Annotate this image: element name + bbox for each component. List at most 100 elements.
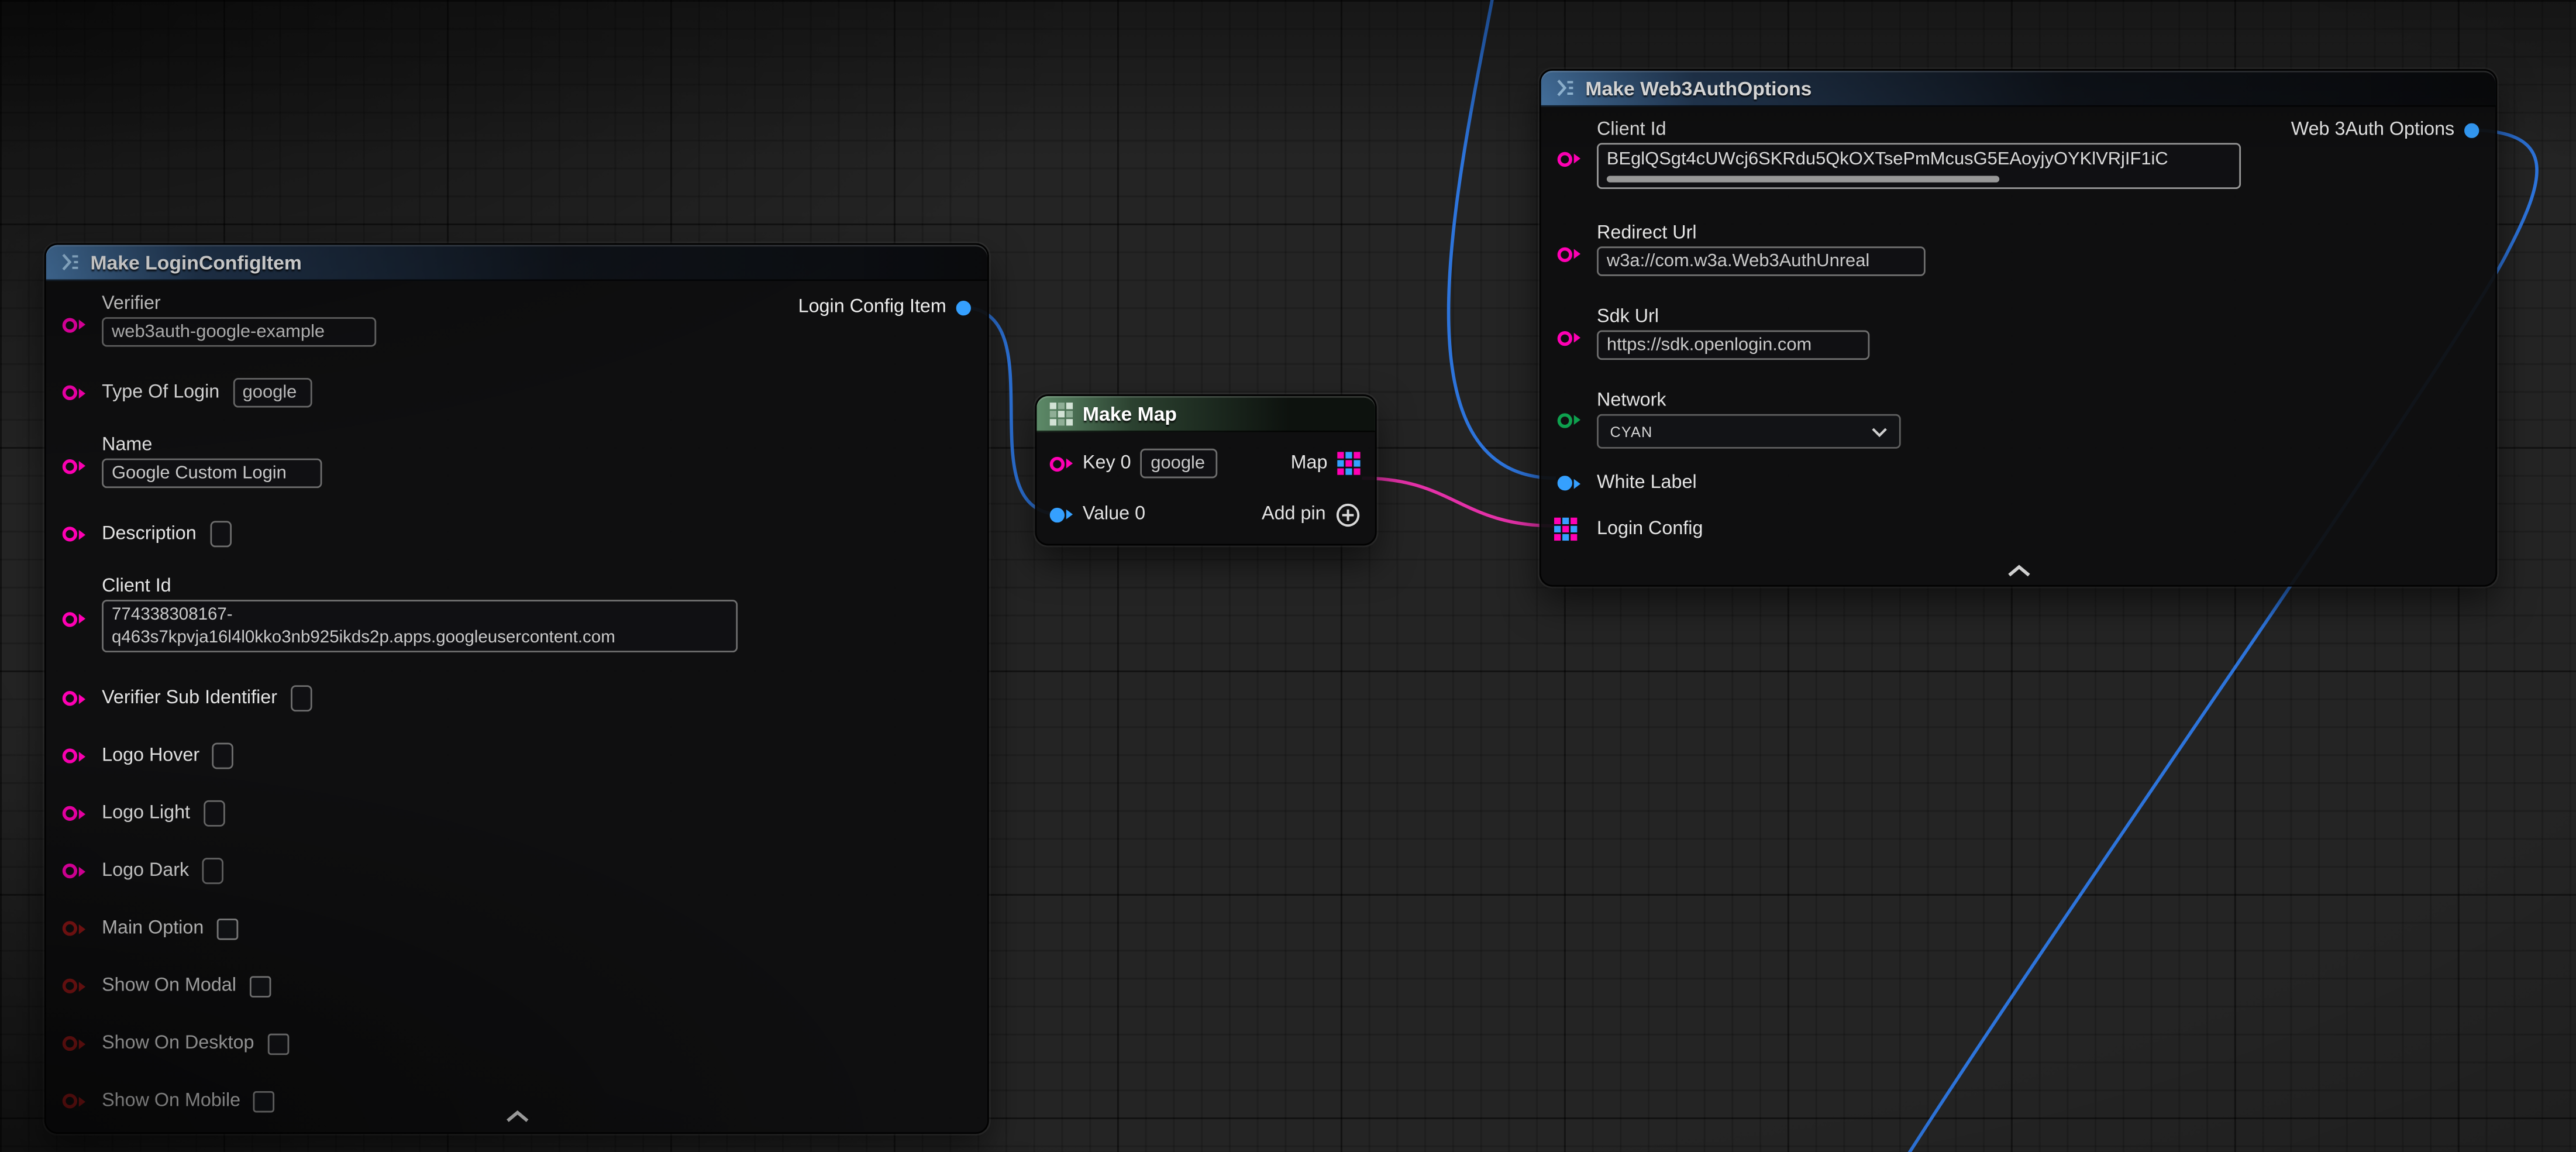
node-title: Make Web3AuthOptions (1585, 77, 1812, 99)
pin-label: Client Id (1597, 120, 2472, 140)
chevron-up-icon (504, 1109, 530, 1122)
main-option-checkbox[interactable] (217, 918, 239, 940)
horizontal-scrollbar[interactable] (1607, 176, 2000, 183)
pin-row-redirect-url: Redirect Url w3a://com.w3a.Web3AuthUnrea… (1541, 223, 2496, 284)
pin-sdk-url[interactable] (1558, 331, 1580, 345)
pin-label: Verifier (102, 294, 965, 314)
show-on-mobile-checkbox[interactable] (254, 1091, 275, 1112)
pin-label: Sdk Url (1597, 307, 2472, 327)
pin-row-show-on-modal: Show On Modal (46, 971, 987, 1001)
blueprint-canvas[interactable]: Make LoginConfigItem Login Config Item V… (0, 0, 2576, 1152)
pin-row-main-option: Main Option (46, 914, 987, 944)
verifier-input[interactable]: web3auth-google-example (102, 317, 376, 347)
pin-logo-light[interactable] (63, 806, 85, 821)
network-dropdown[interactable]: CYAN (1597, 414, 1901, 449)
pin-row-logo-light: Logo Light (46, 799, 987, 828)
pin-label: Login Config (1597, 520, 1703, 539)
pin-logo-hover[interactable] (63, 748, 85, 763)
wire-map-to-loginconfig[interactable] (1362, 478, 1554, 525)
network-value: CYAN (1610, 423, 1653, 439)
node-make-map[interactable]: Make Map Key 0 google Map (1035, 394, 1376, 545)
pin-label: White Label (1597, 473, 1697, 493)
pin-type-of-login[interactable] (63, 386, 85, 400)
pin-row-client-id: Client Id BEglQSgt4cUWcj6SKRdu5QkOXTsePm… (1541, 120, 2496, 197)
pin-label: Logo Light (102, 803, 190, 823)
node-header-make-loginconfigitem[interactable]: Make LoginConfigItem (46, 245, 987, 281)
node-header-make-map[interactable]: Make Map (1036, 396, 1375, 432)
show-on-desktop-checkbox[interactable] (267, 1033, 289, 1054)
client-id-input[interactable]: 774338308167- q463s7kpvja16l4l0kko3nb925… (102, 600, 738, 652)
pin-label: Show On Mobile (102, 1091, 240, 1111)
pin-label: Description (102, 524, 197, 544)
name-input[interactable]: Google Custom Login (102, 459, 322, 489)
pin-show-on-modal[interactable] (63, 979, 85, 993)
pin-show-on-desktop[interactable] (63, 1036, 85, 1051)
pin-label: Name (102, 435, 965, 455)
pin-logo-dark[interactable] (63, 864, 85, 878)
redirect-url-input[interactable]: w3a://com.w3a.Web3AuthUnreal (1597, 246, 1926, 276)
pin-white-label[interactable] (1558, 476, 1580, 490)
struct-icon (1554, 77, 1576, 99)
pin-verifier[interactable] (63, 317, 85, 332)
pin-label: Client Id (102, 577, 965, 597)
pin-row-value0: Value 0 Add pin (1036, 498, 1375, 531)
node-header-make-web3authoptions[interactable]: Make Web3AuthOptions (1541, 71, 2496, 107)
pin-row-white-label: White Label (1541, 468, 2496, 498)
pin-label: Verifier Sub Identifier (102, 689, 277, 709)
pin-row-show-on-desktop: Show On Desktop (46, 1029, 987, 1058)
node-make-loginconfigitem[interactable]: Make LoginConfigItem Login Config Item V… (44, 243, 989, 1134)
pin-name[interactable] (63, 459, 85, 473)
collapse-button[interactable] (2005, 563, 2031, 576)
collapse-button[interactable] (504, 1109, 530, 1122)
type-of-login-input[interactable]: google (233, 378, 312, 408)
pin-map-output[interactable] (1337, 452, 1360, 474)
map-icon (1050, 402, 1073, 425)
pin-description[interactable] (63, 527, 85, 541)
pin-row-logo-dark: Logo Dark (46, 856, 987, 886)
client-id-text: BEglQSgt4cUWcj6SKRdu5QkOXTsePmMcusG5EAoy… (1607, 148, 2231, 171)
pin-row-key0: Key 0 google Map (1036, 447, 1375, 480)
logo-hover-input[interactable] (213, 743, 235, 769)
pin-row-logo-hover: Logo Hover (46, 741, 987, 771)
pin-row-verifier: Verifier web3auth-google-example (46, 294, 987, 355)
pin-verifier-sub-identifier[interactable] (63, 691, 85, 706)
struct-icon (59, 252, 81, 273)
show-on-modal-checkbox[interactable] (249, 975, 271, 997)
sdk-url-input[interactable]: https://sdk.openlogin.com (1597, 331, 1869, 360)
pin-row-verifier-sub-identifier: Verifier Sub Identifier (46, 683, 987, 713)
pin-key0[interactable] (1050, 456, 1073, 470)
pin-label: Show On Desktop (102, 1034, 254, 1054)
add-pin-label: Add pin (1262, 504, 1326, 524)
node-title: Make Map (1083, 402, 1177, 425)
pin-redirect-url[interactable] (1558, 246, 1580, 261)
pin-row-sdk-url: Sdk Url https://sdk.openlogin.com (1541, 307, 2496, 368)
pin-login-config[interactable] (1554, 518, 1577, 541)
pin-label: Redirect Url (1597, 223, 2472, 243)
pin-row-name: Name Google Custom Login (46, 435, 987, 496)
pin-label: Network (1597, 391, 2472, 411)
chevron-down-icon (1871, 427, 1888, 436)
logo-light-input[interactable] (203, 800, 225, 827)
pin-client-id[interactable] (63, 611, 85, 626)
verifier-sub-identifier-input[interactable] (290, 685, 312, 711)
pin-client-id[interactable] (1558, 151, 1580, 166)
pin-row-type-of-login: Type Of Login google (46, 378, 987, 408)
node-title: Make LoginConfigItem (90, 250, 301, 273)
description-input[interactable] (209, 521, 231, 547)
logo-dark-input[interactable] (202, 858, 224, 884)
pin-network[interactable] (1558, 412, 1580, 427)
add-pin-icon[interactable] (1335, 502, 1360, 527)
pin-label: Value 0 (1083, 504, 1145, 524)
pin-value0[interactable] (1050, 507, 1073, 521)
key0-input[interactable]: google (1141, 449, 1218, 479)
client-id-input[interactable]: BEglQSgt4cUWcj6SKRdu5QkOXTsePmMcusG5EAoy… (1597, 143, 2241, 189)
pin-label: Map (1291, 453, 1328, 473)
pin-show-on-mobile[interactable] (63, 1093, 85, 1108)
node-make-web3authoptions[interactable]: Make Web3AuthOptions Web 3Auth Options C… (1540, 69, 2497, 587)
pin-row-login-config: Login Config (1541, 514, 2496, 544)
pin-row-network: Network CYAN (1541, 391, 2496, 448)
pin-main-option[interactable] (63, 921, 85, 936)
pin-label: Main Option (102, 919, 204, 938)
pin-label: Logo Dark (102, 861, 189, 881)
chevron-up-icon (2005, 563, 2031, 576)
